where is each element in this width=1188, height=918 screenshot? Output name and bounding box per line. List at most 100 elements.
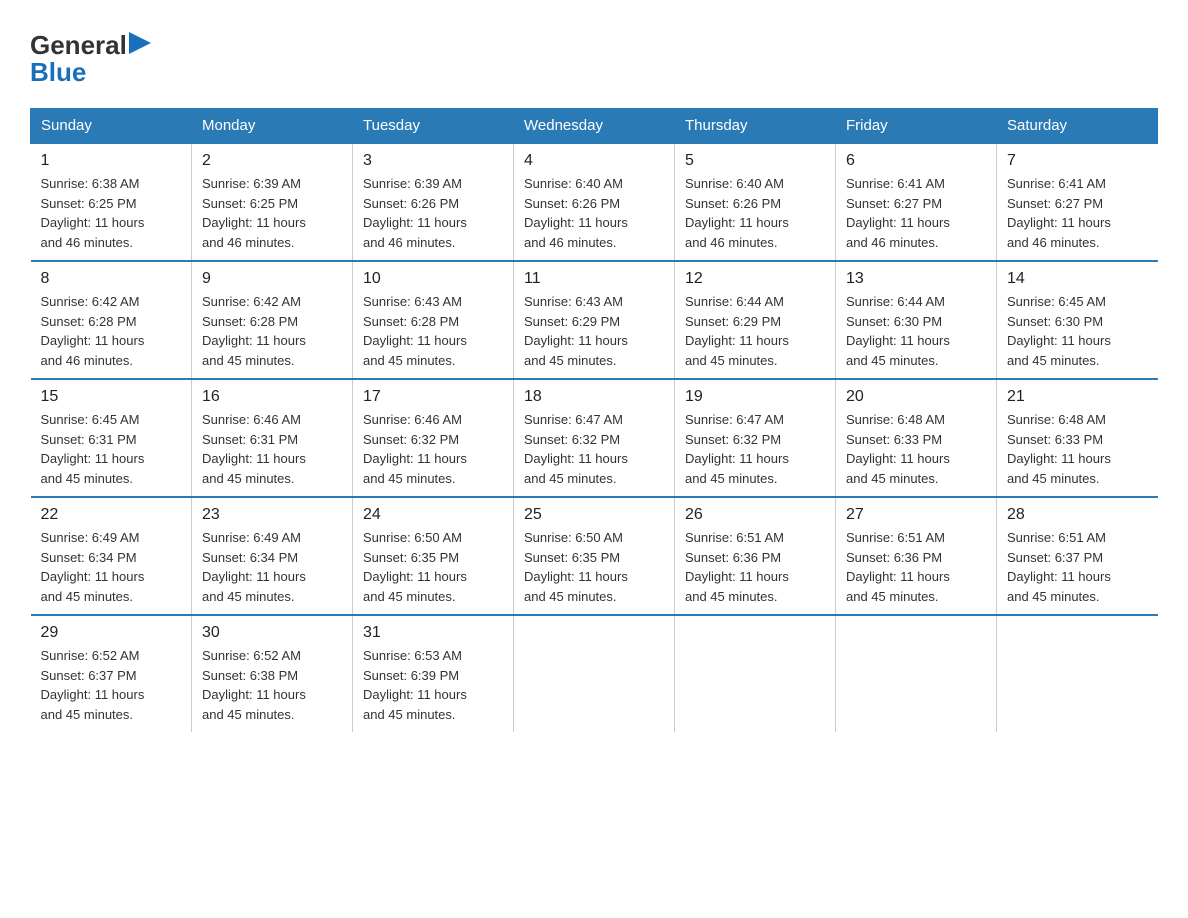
calendar-day-cell: 29 Sunrise: 6:52 AM Sunset: 6:37 PM Dayl… [31,615,192,732]
calendar-day-cell: 10 Sunrise: 6:43 AM Sunset: 6:28 PM Dayl… [353,261,514,379]
calendar-day-cell: 4 Sunrise: 6:40 AM Sunset: 6:26 PM Dayli… [514,143,675,261]
calendar-table: SundayMondayTuesdayWednesdayThursdayFrid… [30,108,1158,732]
calendar-week-row: 1 Sunrise: 6:38 AM Sunset: 6:25 PM Dayli… [31,143,1158,261]
calendar-day-cell: 5 Sunrise: 6:40 AM Sunset: 6:26 PM Dayli… [675,143,836,261]
calendar-day-cell: 17 Sunrise: 6:46 AM Sunset: 6:32 PM Dayl… [353,379,514,497]
day-info: Sunrise: 6:41 AM Sunset: 6:27 PM Dayligh… [846,174,986,252]
day-info: Sunrise: 6:47 AM Sunset: 6:32 PM Dayligh… [685,410,825,488]
calendar-day-cell: 13 Sunrise: 6:44 AM Sunset: 6:30 PM Dayl… [836,261,997,379]
calendar-day-cell: 8 Sunrise: 6:42 AM Sunset: 6:28 PM Dayli… [31,261,192,379]
day-info: Sunrise: 6:46 AM Sunset: 6:31 PM Dayligh… [202,410,342,488]
calendar-day-cell: 20 Sunrise: 6:48 AM Sunset: 6:33 PM Dayl… [836,379,997,497]
day-info: Sunrise: 6:43 AM Sunset: 6:29 PM Dayligh… [524,292,664,370]
calendar-header: SundayMondayTuesdayWednesdayThursdayFrid… [31,109,1158,144]
calendar-day-cell: 6 Sunrise: 6:41 AM Sunset: 6:27 PM Dayli… [836,143,997,261]
calendar-day-cell: 30 Sunrise: 6:52 AM Sunset: 6:38 PM Dayl… [192,615,353,732]
day-number: 19 [685,388,825,406]
day-info: Sunrise: 6:50 AM Sunset: 6:35 PM Dayligh… [524,528,664,606]
calendar-day-header: Wednesday [514,109,675,144]
day-number: 25 [524,506,664,524]
calendar-day-cell [836,615,997,732]
calendar-day-cell: 18 Sunrise: 6:47 AM Sunset: 6:32 PM Dayl… [514,379,675,497]
calendar-day-cell: 11 Sunrise: 6:43 AM Sunset: 6:29 PM Dayl… [514,261,675,379]
day-info: Sunrise: 6:47 AM Sunset: 6:32 PM Dayligh… [524,410,664,488]
calendar-day-cell: 7 Sunrise: 6:41 AM Sunset: 6:27 PM Dayli… [997,143,1158,261]
day-number: 31 [363,624,503,642]
day-number: 12 [685,270,825,288]
calendar-day-cell: 25 Sunrise: 6:50 AM Sunset: 6:35 PM Dayl… [514,497,675,615]
day-info: Sunrise: 6:51 AM Sunset: 6:36 PM Dayligh… [846,528,986,606]
calendar-week-row: 29 Sunrise: 6:52 AM Sunset: 6:37 PM Dayl… [31,615,1158,732]
day-number: 20 [846,388,986,406]
calendar-day-cell: 24 Sunrise: 6:50 AM Sunset: 6:35 PM Dayl… [353,497,514,615]
day-info: Sunrise: 6:40 AM Sunset: 6:26 PM Dayligh… [685,174,825,252]
logo: General Blue [30,30,151,88]
calendar-day-cell: 2 Sunrise: 6:39 AM Sunset: 6:25 PM Dayli… [192,143,353,261]
day-number: 24 [363,506,503,524]
day-number: 13 [846,270,986,288]
day-info: Sunrise: 6:40 AM Sunset: 6:26 PM Dayligh… [524,174,664,252]
logo-blue-text: Blue [30,57,86,88]
day-info: Sunrise: 6:46 AM Sunset: 6:32 PM Dayligh… [363,410,503,488]
calendar-day-cell [675,615,836,732]
day-info: Sunrise: 6:45 AM Sunset: 6:30 PM Dayligh… [1007,292,1148,370]
calendar-week-row: 15 Sunrise: 6:45 AM Sunset: 6:31 PM Dayl… [31,379,1158,497]
day-number: 9 [202,270,342,288]
day-info: Sunrise: 6:51 AM Sunset: 6:37 PM Dayligh… [1007,528,1148,606]
calendar-day-cell: 3 Sunrise: 6:39 AM Sunset: 6:26 PM Dayli… [353,143,514,261]
day-number: 14 [1007,270,1148,288]
day-info: Sunrise: 6:42 AM Sunset: 6:28 PM Dayligh… [202,292,342,370]
day-number: 29 [41,624,182,642]
day-info: Sunrise: 6:42 AM Sunset: 6:28 PM Dayligh… [41,292,182,370]
day-number: 30 [202,624,342,642]
calendar-day-cell: 22 Sunrise: 6:49 AM Sunset: 6:34 PM Dayl… [31,497,192,615]
calendar-day-header: Saturday [997,109,1158,144]
calendar-day-cell [514,615,675,732]
day-number: 28 [1007,506,1148,524]
calendar-week-row: 8 Sunrise: 6:42 AM Sunset: 6:28 PM Dayli… [31,261,1158,379]
day-number: 16 [202,388,342,406]
calendar-day-header: Sunday [31,109,192,144]
day-number: 6 [846,152,986,170]
logo-arrow-icon [129,32,151,59]
day-info: Sunrise: 6:44 AM Sunset: 6:30 PM Dayligh… [846,292,986,370]
day-info: Sunrise: 6:41 AM Sunset: 6:27 PM Dayligh… [1007,174,1148,252]
day-number: 3 [363,152,503,170]
calendar-day-cell [997,615,1158,732]
day-info: Sunrise: 6:52 AM Sunset: 6:37 PM Dayligh… [41,646,182,724]
day-info: Sunrise: 6:39 AM Sunset: 6:26 PM Dayligh… [363,174,503,252]
day-number: 7 [1007,152,1148,170]
calendar-day-cell: 31 Sunrise: 6:53 AM Sunset: 6:39 PM Dayl… [353,615,514,732]
day-info: Sunrise: 6:45 AM Sunset: 6:31 PM Dayligh… [41,410,182,488]
day-info: Sunrise: 6:49 AM Sunset: 6:34 PM Dayligh… [202,528,342,606]
day-info: Sunrise: 6:52 AM Sunset: 6:38 PM Dayligh… [202,646,342,724]
day-info: Sunrise: 6:38 AM Sunset: 6:25 PM Dayligh… [41,174,182,252]
calendar-day-header: Thursday [675,109,836,144]
day-number: 18 [524,388,664,406]
page-header: General Blue [30,30,1158,88]
day-number: 4 [524,152,664,170]
calendar-day-cell: 27 Sunrise: 6:51 AM Sunset: 6:36 PM Dayl… [836,497,997,615]
day-info: Sunrise: 6:48 AM Sunset: 6:33 PM Dayligh… [1007,410,1148,488]
day-info: Sunrise: 6:43 AM Sunset: 6:28 PM Dayligh… [363,292,503,370]
day-info: Sunrise: 6:53 AM Sunset: 6:39 PM Dayligh… [363,646,503,724]
calendar-day-cell: 9 Sunrise: 6:42 AM Sunset: 6:28 PM Dayli… [192,261,353,379]
calendar-day-cell: 1 Sunrise: 6:38 AM Sunset: 6:25 PM Dayli… [31,143,192,261]
calendar-day-cell: 21 Sunrise: 6:48 AM Sunset: 6:33 PM Dayl… [997,379,1158,497]
calendar-day-cell: 15 Sunrise: 6:45 AM Sunset: 6:31 PM Dayl… [31,379,192,497]
day-number: 5 [685,152,825,170]
day-info: Sunrise: 6:39 AM Sunset: 6:25 PM Dayligh… [202,174,342,252]
calendar-day-cell: 14 Sunrise: 6:45 AM Sunset: 6:30 PM Dayl… [997,261,1158,379]
calendar-day-header: Tuesday [353,109,514,144]
day-number: 23 [202,506,342,524]
day-number: 26 [685,506,825,524]
calendar-day-header: Friday [836,109,997,144]
day-info: Sunrise: 6:51 AM Sunset: 6:36 PM Dayligh… [685,528,825,606]
calendar-day-cell: 19 Sunrise: 6:47 AM Sunset: 6:32 PM Dayl… [675,379,836,497]
day-info: Sunrise: 6:50 AM Sunset: 6:35 PM Dayligh… [363,528,503,606]
calendar-body: 1 Sunrise: 6:38 AM Sunset: 6:25 PM Dayli… [31,143,1158,732]
day-info: Sunrise: 6:49 AM Sunset: 6:34 PM Dayligh… [41,528,182,606]
day-number: 2 [202,152,342,170]
day-number: 15 [41,388,182,406]
calendar-day-cell: 23 Sunrise: 6:49 AM Sunset: 6:34 PM Dayl… [192,497,353,615]
